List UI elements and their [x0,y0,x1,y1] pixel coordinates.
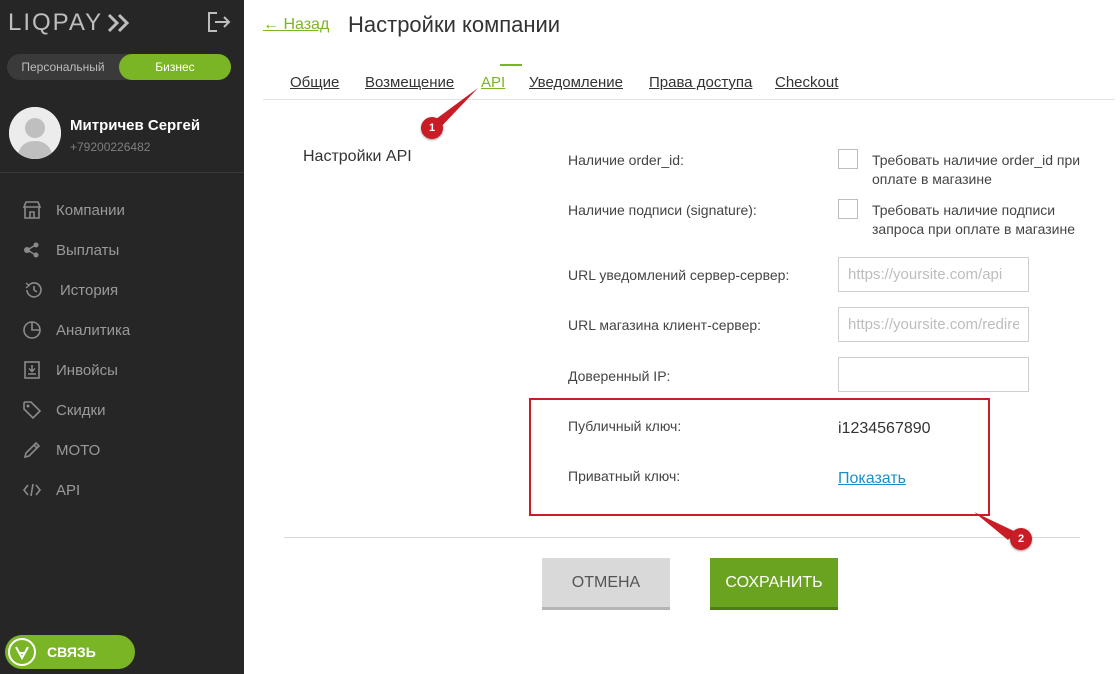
sidebar-item-discounts[interactable]: Скидки [0,390,244,430]
tab-api[interactable]: API [481,74,505,91]
order-id-checkbox[interactable] [838,149,858,169]
chat-bubble-icon [8,638,36,666]
sidebar-item-api[interactable]: API [0,470,244,510]
sidebar-item-payouts[interactable]: Выплаты [0,230,244,270]
form-divider [284,537,1080,538]
sidebar-item-label: История [60,281,119,299]
user-profile[interactable]: Митричев Сергей +79200226482 [9,107,234,161]
keys-highlight-box [529,398,990,516]
invoice-icon [24,361,40,379]
annotation-arrow-1 [432,88,478,130]
sidebar-item-analytics[interactable]: Аналитика [0,310,244,350]
code-icon [22,483,42,497]
discount-tag-icon [23,401,42,420]
server-url-label: URL уведомлений сервер-сервер: [568,267,790,283]
sidebar-item-label: Аналитика [56,321,131,339]
sidebar-item-label: API [56,481,81,499]
contact-button[interactable]: СВЯЗЬ [5,635,135,669]
public-key-label: Публичный ключ: [568,418,682,434]
history-icon [25,282,42,298]
avatar [9,107,61,159]
pen-icon [23,441,41,459]
tab-notifications[interactable]: Уведомление [529,74,623,91]
double-chevron-icon [107,13,133,33]
liqpay-logo[interactable]: LIQPAY [8,9,133,37]
sidebar-item-label: Скидки [56,401,106,419]
user-silhouette-icon [9,107,61,159]
sidebar-divider [0,172,244,173]
mode-personal[interactable]: Персональный [7,54,119,80]
private-key-label: Приватный ключ: [568,468,681,484]
account-mode-switch[interactable]: Персональный Бизнес [7,54,231,80]
sidebar: LIQPAY Персональный Бизнес Митричев Серг… [0,0,244,674]
user-name: Митричев Сергей [70,117,201,134]
trusted-ip-label: Доверенный IP: [568,368,671,384]
cancel-button[interactable]: Отмена [542,558,670,610]
sidebar-item-history[interactable]: История [0,270,244,310]
tab-checkout[interactable]: Checkout [775,74,838,91]
show-private-key-link[interactable]: Показать [838,470,906,488]
order-id-checkbox-text: Требовать наличие order_id при оплате в … [872,152,1081,187]
section-title: Настройки API [303,148,412,165]
tab-access-rights[interactable]: Права доступа [649,74,752,91]
annotation-badge-2: 2 [1010,528,1032,550]
store-icon [22,201,42,219]
order-id-label: Наличие order_id: [568,152,684,168]
shop-url-input[interactable] [838,307,1029,342]
contact-label: СВЯЗЬ [47,644,96,660]
tab-bar: Общие Возмещение API Уведомление Права д… [263,62,1115,100]
trusted-ip-input[interactable] [838,357,1029,392]
signature-checkbox-text: Требовать наличие подписи запроса при оп… [872,202,1075,237]
shop-url-label: URL магазина клиент-сервер: [568,317,762,333]
sidebar-item-label: Выплаты [56,241,120,259]
back-link[interactable]: ← Назад [263,16,329,34]
signature-checkbox[interactable] [838,199,858,219]
save-button[interactable]: Сохранить [710,558,838,610]
tab-general[interactable]: Общие [290,74,339,91]
sidebar-item-label: Инвойсы [56,361,118,379]
sidebar-menu: Компании Выплаты История Аналитика Инвой… [0,190,244,510]
sidebar-item-invoices[interactable]: Инвойсы [0,350,244,390]
sidebar-item-moto[interactable]: МОТО [0,430,244,470]
public-key-value: i1234567890 [838,420,931,437]
mode-business[interactable]: Бизнес [119,54,231,80]
main-content: ← Назад Настройки компании Общие Возмеще… [244,0,1120,674]
server-url-input[interactable] [838,257,1029,292]
sidebar-item-label: Компании [56,201,125,219]
sidebar-item-companies[interactable]: Компании [0,190,244,230]
user-phone: +79200226482 [70,140,151,154]
logo-text: LIQPAY [8,9,104,36]
signature-label: Наличие подписи (signature): [568,202,757,218]
page-title: Настройки компании [348,12,561,37]
analytics-pie-icon [23,321,41,339]
active-tab-indicator [500,64,522,66]
logout-icon[interactable] [207,11,231,33]
payouts-icon [24,242,39,258]
annotation-badge-1: 1 [421,117,443,139]
sidebar-item-label: МОТО [56,441,101,459]
